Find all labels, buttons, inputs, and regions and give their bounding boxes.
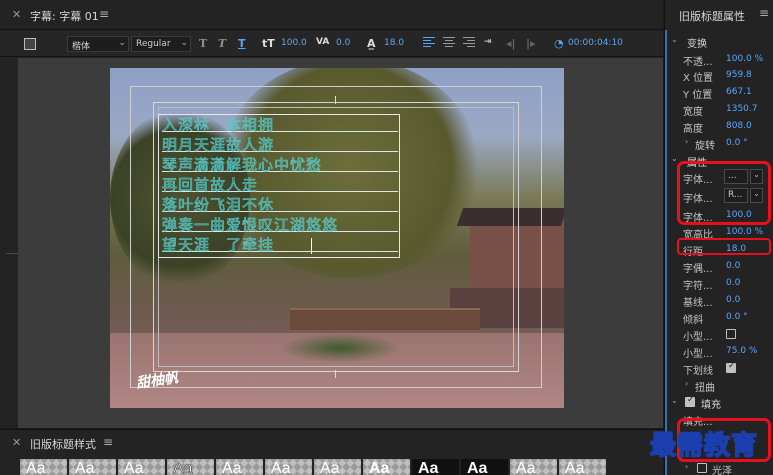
small-caps-size-value[interactable]: 75.0 %: [726, 346, 757, 356]
center-mark-bottom: [335, 370, 336, 378]
chevron-down-icon: ⌄: [180, 38, 188, 48]
close-icon[interactable]: ✕: [12, 8, 21, 21]
align-left-icon[interactable]: [423, 37, 435, 49]
slant-value[interactable]: 0.0 °: [726, 312, 748, 322]
next-frame-icon[interactable]: |▸: [526, 37, 536, 50]
slant-row: 倾斜 0.0 °: [683, 312, 748, 326]
panel-menu-icon[interactable]: ≡: [103, 435, 113, 449]
transform-section[interactable]: ⌄ 变换: [665, 32, 773, 50]
style-swatch[interactable]: Aa: [559, 459, 606, 475]
panel-menu-icon[interactable]: ≡: [99, 7, 109, 21]
bold-icon[interactable]: T: [199, 37, 207, 50]
font-settings-highlight: [677, 161, 771, 225]
editor-title: 字幕: 字幕 01: [30, 10, 99, 23]
small-caps-checkbox[interactable]: [726, 329, 736, 339]
chevron-right-icon: ›: [685, 379, 689, 388]
underline-icon[interactable]: T: [238, 37, 246, 50]
leading-value[interactable]: 18.0: [384, 38, 404, 48]
properties-panel-title: 旧版标题属性: [679, 10, 745, 23]
font-family-value: 楷体: [72, 42, 91, 52]
tracking-value[interactable]: 0.0: [726, 278, 740, 288]
caption-line[interactable]: 入深林 本相拥: [162, 114, 398, 134]
baseline-row: 基线... 0.0: [683, 295, 741, 309]
editor-left-strip: [0, 58, 18, 428]
x-position-value[interactable]: 959.8: [726, 70, 752, 80]
tab-stops-icon[interactable]: ⇥: [484, 37, 492, 47]
kerning-icon: VA: [316, 37, 330, 47]
style-swatch[interactable]: Aa: [265, 459, 312, 475]
panel-menu-icon[interactable]: ≡: [759, 6, 769, 20]
tracking-row: 字符... 0.0: [683, 278, 741, 292]
y-position-row: Y 位置 667.1: [683, 87, 752, 101]
leading-icon: A̲: [367, 37, 376, 50]
text-cursor: [311, 238, 312, 254]
chevron-down-icon: ⌄: [671, 35, 678, 44]
kerning-row: 字偶... 0.0: [683, 261, 741, 275]
title-editor-panel: ✕ 字幕: 字幕 01 ≡ 楷体 ⌄ Regular ⌄ T T T tT 10…: [0, 0, 663, 428]
caption-line[interactable]: 再回首故人走: [162, 174, 398, 194]
font-size-value[interactable]: 100.0: [281, 38, 307, 48]
underline-row: 下划线: [665, 359, 773, 377]
leading-highlight: [677, 238, 771, 255]
chevron-right-icon: ›: [685, 462, 689, 471]
align-center-icon[interactable]: [443, 37, 455, 49]
roll-crawl-icon[interactable]: [24, 38, 36, 50]
chevron-down-icon: ⌄: [671, 154, 678, 163]
style-swatch[interactable]: Aa: [363, 459, 410, 475]
caption-line[interactable]: 望天涯 了牵挂: [162, 234, 398, 254]
styles-panel-title: 旧版标题样式: [30, 438, 96, 451]
font-family-select[interactable]: 楷体 ⌄: [67, 36, 129, 52]
baseline-value[interactable]: 0.0: [726, 295, 740, 305]
chevron-down-icon: ⌄: [118, 38, 126, 48]
title-styles-panel: ✕ 旧版标题样式 ≡ Aa Aa Aa Aa Aa Aa Aa Aa Aa Aa…: [0, 429, 663, 475]
style-swatch[interactable]: Aa: [510, 459, 557, 475]
caption-line[interactable]: 弹奏一曲爱恨叹江湖悠悠: [162, 214, 398, 234]
style-swatch[interactable]: Aa: [20, 459, 67, 475]
caption-line[interactable]: 琴声潇潇解我心中忧愁: [162, 154, 398, 174]
font-style-select[interactable]: Regular ⌄: [131, 36, 191, 52]
style-swatch[interactable]: Aa: [314, 459, 361, 475]
style-swatch[interactable]: Aa: [461, 459, 508, 475]
underline-checkbox[interactable]: [726, 361, 736, 373]
timecode[interactable]: 00:00:04:10: [568, 38, 623, 48]
rotation-row[interactable]: › 旋转 0.0 °: [665, 134, 773, 152]
close-icon[interactable]: ✕: [12, 436, 21, 449]
kerning-value[interactable]: 0.0: [336, 38, 350, 48]
height-row: 高度 808.0: [683, 121, 752, 135]
center-mark-top: [335, 96, 336, 104]
y-position-value[interactable]: 667.1: [726, 87, 752, 97]
style-swatch[interactable]: Aa: [167, 459, 214, 475]
height-value[interactable]: 808.0: [726, 121, 752, 131]
editor-header: ✕ 字幕: 字幕 01 ≡: [0, 0, 663, 30]
caption-line[interactable]: 落叶纷飞泪不休: [162, 194, 398, 214]
font-style-value: Regular: [136, 39, 171, 49]
show-background-video-icon[interactable]: ◔: [554, 37, 564, 50]
style-swatch[interactable]: Aa: [216, 459, 263, 475]
brand-watermark: 最需教育: [649, 430, 759, 462]
chevron-down-icon: ⌄: [671, 396, 678, 405]
style-swatch[interactable]: Aa: [69, 459, 116, 475]
width-row: 宽度 1350.7: [683, 104, 758, 118]
align-right-icon[interactable]: [463, 37, 475, 49]
style-swatch[interactable]: Aa: [118, 459, 165, 475]
fill-section[interactable]: ⌄ 填充: [665, 393, 773, 411]
small-caps-row: 小型...: [665, 325, 773, 343]
rotation-value[interactable]: 0.0 °: [726, 138, 748, 148]
aspect-value[interactable]: 100.0 %: [726, 227, 763, 237]
x-position-row: X 位置 959.8: [683, 70, 752, 84]
caption-line[interactable]: 明月天涯故人游: [162, 134, 398, 154]
opacity-value[interactable]: 100.0 %: [726, 54, 763, 64]
style-swatch[interactable]: Aa: [412, 459, 459, 475]
font-size-icon: tT: [262, 37, 275, 50]
fill-checkbox[interactable]: [685, 395, 695, 407]
kerning-value[interactable]: 0.0: [726, 261, 740, 271]
small-caps-size-row: 小型... 75.0 %: [683, 346, 758, 360]
italic-icon[interactable]: T: [218, 37, 226, 50]
editor-toolbar: 楷体 ⌄ Regular ⌄ T T T tT 100.0 VA 0.0 A̲ …: [0, 31, 663, 57]
distort-row[interactable]: › 扭曲: [665, 376, 773, 394]
previous-frame-icon[interactable]: ◂|: [506, 37, 516, 50]
sheen-checkbox[interactable]: [697, 463, 707, 473]
chevron-right-icon: ›: [685, 137, 689, 146]
width-value[interactable]: 1350.7: [726, 104, 758, 114]
